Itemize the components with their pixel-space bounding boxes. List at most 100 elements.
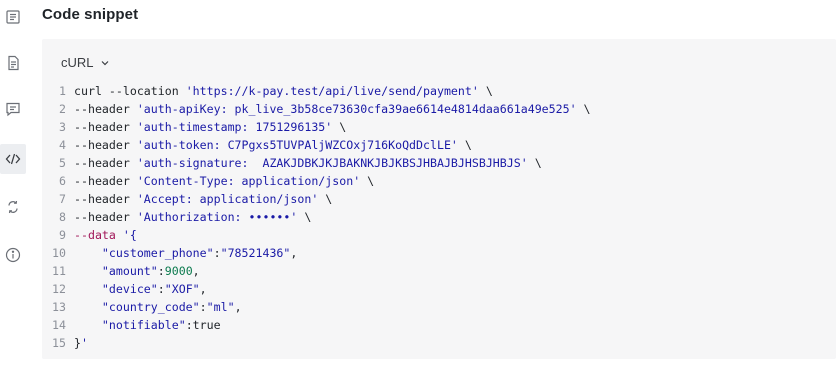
code-line: 9 --data '{: [42, 226, 591, 244]
code-line: 4 --header 'auth-token: C7Pgxs5TUVPAljWZC…: [42, 136, 591, 154]
chevron-down-icon: [101, 60, 108, 65]
info-icon[interactable]: [0, 240, 26, 270]
sidebar: [0, 0, 26, 372]
code-token: \: [332, 120, 347, 134]
code-line: 1 curl --location 'https://k-pay.test/api…: [42, 82, 591, 100]
code-line: 14 "notifiable":true: [42, 316, 591, 334]
code-token: ,: [290, 246, 298, 260]
code-line: 13 "country_code":"ml",: [42, 298, 591, 316]
code-token: "country_code": [101, 300, 200, 314]
code-token: \: [457, 138, 472, 152]
line-number: 7: [59, 192, 66, 206]
code-token: ,: [199, 282, 207, 296]
code-line: 15 }': [42, 334, 591, 352]
line-number: 1: [59, 84, 66, 98]
code-token: 'Authorization: ••••••': [136, 210, 298, 224]
line-content: "country_code":"ml",: [74, 298, 242, 316]
code-line: 10 "customer_phone":"78521436",: [42, 244, 591, 262]
code-token: \: [527, 156, 542, 170]
line-content: --header 'Accept: application/json' \: [74, 190, 332, 208]
code-line: 6 --header 'Content-Type: application/jso…: [42, 172, 591, 190]
line-number: 8: [59, 210, 66, 224]
list-icon[interactable]: [0, 2, 26, 32]
code-token: "ml": [206, 300, 235, 314]
code-token: --header: [74, 210, 137, 224]
code-icon[interactable]: [0, 144, 26, 174]
line-content: "customer_phone":"78521436",: [74, 244, 297, 262]
sync-icon[interactable]: [0, 192, 26, 222]
language-label: cURL: [61, 55, 94, 70]
code-token: 'auth-token: C7Pgxs5TUVPAljWZCOxj716KoQd…: [136, 138, 458, 152]
line-number: 10: [52, 246, 66, 260]
code-line: 3 --header 'auth-timestamp: 1751296135' \: [42, 118, 591, 136]
code-token: "amount": [101, 264, 158, 278]
message-icon[interactable]: [0, 94, 26, 124]
code-line: 5 --header 'auth-signature: AZAKJDBKJKJBA…: [42, 154, 591, 172]
code-token: --header: [74, 138, 137, 152]
code-token: "device": [101, 282, 158, 296]
line-number: 3: [59, 120, 66, 134]
code-token: ,: [234, 300, 242, 314]
line-content: }': [74, 334, 88, 352]
code-token: 'https://k-pay.test/api/live/send/paymen…: [185, 84, 479, 98]
line-content: "notifiable":true: [74, 316, 221, 334]
line-number: 14: [52, 318, 66, 332]
line-number: 15: [52, 336, 66, 350]
code-token: "78521436": [220, 246, 291, 260]
line-content: curl --location 'https://k-pay.test/api/…: [74, 82, 493, 100]
code-token: --header: [74, 120, 137, 134]
line-number: 4: [59, 138, 66, 152]
line-content: --header 'Authorization: ••••••' \: [74, 208, 311, 226]
line-number: 9: [59, 228, 66, 242]
code-token: "notifiable": [101, 318, 186, 332]
code-token: :true: [185, 318, 221, 332]
line-content: "device":"XOF",: [74, 280, 207, 298]
line-content: --header 'auth-signature: AZAKJDBKJKJBAK…: [74, 154, 542, 172]
code-token: 'Content-Type: application/json': [136, 174, 361, 188]
code-token: 'Accept: application/json': [136, 192, 319, 206]
code-token: }: [74, 336, 81, 350]
line-number: 6: [59, 174, 66, 188]
code-token: \: [360, 174, 375, 188]
code-line: 11 "amount":9000,: [42, 262, 591, 280]
line-content: --header 'auth-timestamp: 1751296135' \: [74, 118, 346, 136]
code-token: 'auth-signature: AZAKJDBKJKJBAKNKJBJKBSJ…: [136, 156, 528, 170]
code-token: :: [157, 264, 165, 278]
code-block[interactable]: 1 curl --location 'https://k-pay.test/api…: [42, 82, 591, 352]
code-line: 7 --header 'Accept: application/json' \: [42, 190, 591, 208]
code-token: \: [576, 102, 591, 116]
code-token: \: [297, 210, 312, 224]
code-token: --header: [74, 192, 137, 206]
code-line: 8 --header 'Authorization: ••••••' \: [42, 208, 591, 226]
code-token: '{: [122, 228, 137, 242]
line-content: --data '{: [74, 226, 137, 244]
page-title: Code snippet: [42, 6, 139, 23]
document-icon[interactable]: [0, 48, 26, 78]
code-token: --header: [74, 174, 137, 188]
code-token: :: [157, 282, 165, 296]
line-number: 11: [52, 264, 66, 278]
code-line: 2 --header 'auth-apiKey: pk_live_3b58ce73…: [42, 100, 591, 118]
code-token: "customer_phone": [101, 246, 214, 260]
code-token: --header: [74, 102, 137, 116]
code-token: curl --location: [74, 84, 186, 98]
line-content: --header 'auth-token: C7Pgxs5TUVPAljWZCO…: [74, 136, 472, 154]
line-number: 12: [52, 282, 66, 296]
line-content: --header 'Content-Type: application/json…: [74, 172, 374, 190]
line-number: 13: [52, 300, 66, 314]
code-token: 'auth-apiKey: pk_live_3b58ce73630cfa39ae…: [136, 102, 577, 116]
line-number: 5: [59, 156, 66, 170]
code-token: :: [199, 300, 207, 314]
line-number: 2: [59, 102, 66, 116]
code-token: :: [213, 246, 221, 260]
code-token: "XOF": [164, 282, 200, 296]
language-dropdown[interactable]: cURL: [61, 55, 110, 70]
line-content: "amount":9000,: [74, 262, 200, 280]
code-token: --header: [74, 156, 137, 170]
code-line: 12 "device":"XOF",: [42, 280, 591, 298]
